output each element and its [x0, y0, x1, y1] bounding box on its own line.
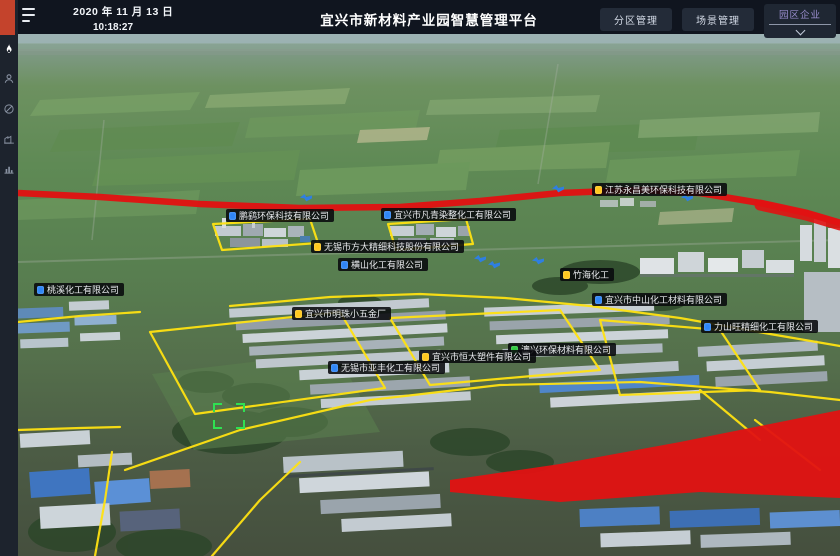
selection-bracket — [213, 403, 245, 429]
factory-icon[interactable] — [3, 132, 16, 145]
bird-sprite — [300, 194, 312, 202]
company-marker-icon — [229, 212, 236, 220]
company-name: 鹏鹞环保科技有限公司 — [239, 211, 329, 221]
company-label[interactable]: 无锡市亚丰化工有限公司 — [328, 361, 445, 374]
scene-manage-button[interactable]: 场景管理 — [682, 8, 754, 31]
company-marker-icon — [331, 364, 338, 372]
company-name: 无锡市方大精细科技股份有限公司 — [324, 242, 459, 252]
sidebar-accent-block — [0, 0, 15, 35]
company-name: 江苏永昌美环保科技有限公司 — [605, 185, 722, 195]
sidebar — [0, 0, 18, 556]
company-marker-icon — [563, 271, 570, 279]
company-label[interactable]: 桃溪化工有限公司 — [34, 283, 124, 296]
company-label[interactable]: 江苏永昌美环保科技有限公司 — [592, 183, 727, 196]
map-3d-viewport[interactable]: 鹏鹞环保科技有限公司 宜兴市凡青染整化工有限公司 无锡市方大精细科技股份有限公司… — [18, 34, 840, 556]
app-window: 2020 年 11 月 13 日 10:18:27 宜兴市新材料产业园智慧管理平… — [0, 0, 840, 556]
company-name: 宜兴市明珠小五金厂 — [305, 309, 386, 319]
company-label[interactable]: 无锡市方大精细科技股份有限公司 — [311, 240, 464, 253]
bird-sprite — [488, 261, 500, 269]
company-name: 宜兴市中山化工材料有限公司 — [605, 295, 722, 305]
company-name: 无锡市亚丰化工有限公司 — [341, 363, 440, 373]
company-marker-icon — [37, 286, 44, 294]
zone-manage-button[interactable]: 分区管理 — [600, 8, 672, 31]
company-label[interactable]: 宜兴市明珠小五金厂 — [292, 307, 391, 320]
company-name: 桃溪化工有限公司 — [47, 285, 119, 295]
chevron-down-icon — [795, 26, 805, 36]
park-enterprise-dropdown[interactable]: 园区企业 — [764, 4, 836, 38]
company-name: 宜兴市恒大塑件有限公司 — [432, 352, 531, 362]
company-label[interactable]: 横山化工有限公司 — [338, 258, 428, 271]
company-label[interactable]: 竹海化工 — [560, 268, 614, 281]
bird-sprite — [532, 257, 544, 265]
compass-icon[interactable] — [3, 102, 16, 115]
person-icon[interactable] — [3, 72, 16, 85]
company-label[interactable]: 鹏鹞环保科技有限公司 — [226, 209, 334, 222]
company-marker-icon — [595, 296, 602, 304]
company-marker-icon — [341, 261, 348, 269]
fire-icon[interactable] — [3, 42, 16, 55]
company-marker-icon — [384, 211, 391, 219]
company-marker-icon — [595, 186, 602, 194]
bar-chart-icon[interactable] — [3, 162, 16, 175]
company-label[interactable]: 力山旺精细化工有限公司 — [701, 320, 818, 333]
company-marker-icon — [704, 323, 711, 331]
bird-sprite — [552, 185, 564, 193]
company-name: 力山旺精细化工有限公司 — [714, 322, 813, 332]
company-name: 横山化工有限公司 — [351, 260, 423, 270]
company-marker-icon — [422, 353, 429, 361]
company-label[interactable]: 宜兴市中山化工材料有限公司 — [592, 293, 727, 306]
company-name: 竹海化工 — [573, 270, 609, 280]
company-marker-icon — [295, 310, 302, 318]
company-name: 宜兴市凡青染整化工有限公司 — [394, 210, 511, 220]
company-label[interactable]: 宜兴市凡青染整化工有限公司 — [381, 208, 516, 221]
company-marker-icon — [314, 243, 321, 251]
dropdown-label: 园区企业 — [779, 6, 821, 24]
bird-sprite — [474, 255, 486, 263]
header-bar: 2020 年 11 月 13 日 10:18:27 宜兴市新材料产业园智慧管理平… — [18, 0, 840, 34]
